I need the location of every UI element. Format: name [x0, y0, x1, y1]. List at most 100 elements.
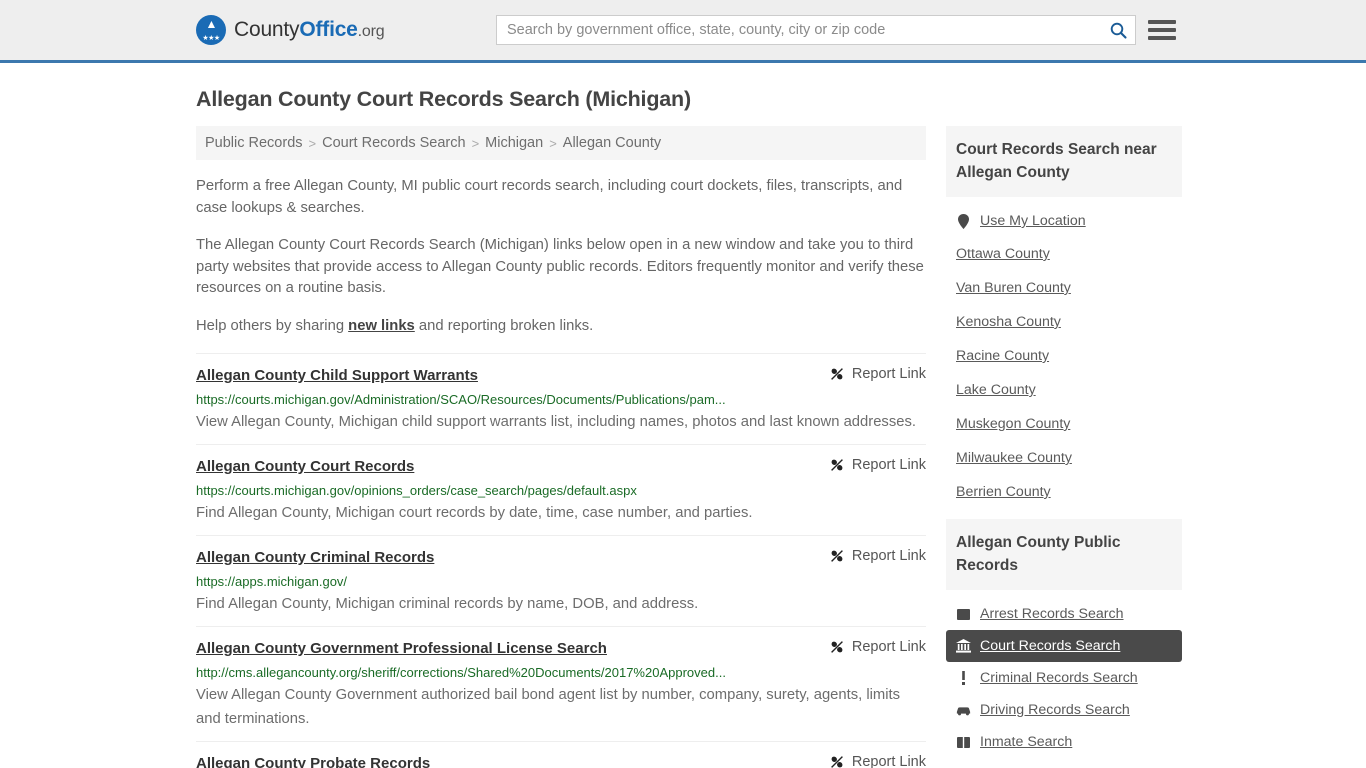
report-link-label: Report Link	[851, 639, 926, 655]
search-bar[interactable]	[496, 15, 1136, 45]
result-description: Find Allegan County, Michigan criminal r…	[196, 596, 699, 612]
sidebar-item-muskegon-county[interactable]: Muskegon County	[946, 407, 1182, 441]
new-links-link[interactable]: new links	[348, 318, 415, 334]
brand-tld: .org	[357, 23, 385, 40]
report-link-button[interactable]: Report Link	[809, 366, 926, 382]
intro-paragraph-3: Help others by sharing new links and rep…	[196, 316, 926, 338]
sidebar-item-kenosha-county[interactable]: Kenosha County	[946, 305, 1182, 339]
search-input[interactable]	[497, 22, 1101, 38]
exclamation-icon	[956, 671, 971, 686]
result-url: https://apps.michigan.gov/	[196, 574, 348, 589]
nearby-panel: Court Records Search near Allegan County…	[946, 126, 1182, 513]
result-header: Allegan County Probate Records Report Li…	[196, 754, 926, 768]
county-link-label: Milwaukee County	[956, 450, 1072, 466]
result-description: Find Allegan County, Michigan court reco…	[196, 505, 753, 521]
report-link-button[interactable]: Report Link	[809, 457, 926, 473]
breadcrumb-separator: >	[471, 135, 480, 151]
use-my-location-button[interactable]: Use My Location	[946, 205, 1182, 237]
sidebar-item-court-records-search[interactable]: Court Records Search	[946, 630, 1182, 662]
sidebar-item-label: Arrest Records Search	[980, 606, 1124, 622]
intro-paragraph-1: Perform a free Allegan County, MI public…	[196, 178, 903, 216]
sidebar-item-van-buren-county[interactable]: Van Buren County	[946, 271, 1182, 305]
breadcrumb-item-public-records[interactable]: Public Records	[205, 135, 303, 151]
result-item: Allegan County Probate Records Report Li…	[196, 741, 926, 768]
sidebar-item-label: Criminal Records Search	[980, 670, 1138, 686]
result-url: https://courts.michigan.gov/opinions_ord…	[196, 483, 637, 498]
result-item: Allegan County Criminal Records Report L…	[196, 535, 926, 626]
breadcrumb-item-michigan[interactable]: Michigan	[485, 135, 543, 151]
sidebar-item-lake-county[interactable]: Lake County	[946, 373, 1182, 407]
result-title-link[interactable]: Allegan County Criminal Records	[196, 548, 434, 568]
result-url: http://cms.allegancounty.org/sheriff/cor…	[196, 665, 726, 680]
sidebar-item-label: Driving Records Search	[980, 702, 1130, 718]
result-title-link[interactable]: Allegan County Government Professional L…	[196, 639, 607, 659]
county-link-label: Ottawa County	[956, 246, 1050, 262]
result-header: Allegan County Court Records Report Link	[196, 457, 926, 477]
sidebar-item-arrest-records-search[interactable]: Arrest Records Search	[946, 598, 1182, 630]
result-item: Allegan County Court Records Report Link…	[196, 444, 926, 535]
sidebar-item-label: Inmate Search	[980, 734, 1073, 750]
result-description: View Allegan County Government authorize…	[196, 687, 901, 727]
car-icon	[956, 703, 971, 718]
report-link-button[interactable]: Report Link	[809, 548, 926, 564]
eagle-seal-icon: ▲ ★★★	[196, 15, 226, 45]
report-link-label: Report Link	[851, 754, 926, 768]
map-pin-icon	[956, 213, 971, 229]
brand-logo[interactable]: ▲ ★★★ CountyOffice.org	[196, 15, 385, 45]
broken-link-icon	[830, 641, 843, 653]
result-header: Allegan County Government Professional L…	[196, 639, 926, 659]
sidebar-item-ottawa-county[interactable]: Ottawa County	[946, 237, 1182, 271]
sidebar: Court Records Search near Allegan County…	[946, 126, 1182, 768]
county-link-label: Racine County	[956, 348, 1050, 364]
result-header: Allegan County Criminal Records Report L…	[196, 548, 926, 568]
report-link-button[interactable]: Report Link	[809, 639, 926, 655]
broken-link-icon	[830, 459, 843, 471]
broken-link-icon	[830, 550, 843, 562]
brand-wordmark: CountyOffice.org	[234, 18, 385, 42]
report-link-button[interactable]: Report Link	[809, 754, 926, 768]
hamburger-menu-icon[interactable]	[1148, 17, 1178, 43]
broken-link-icon	[830, 368, 843, 380]
sidebar-item-berrien-county[interactable]: Berrien County	[946, 475, 1182, 509]
county-link-label: Muskegon County	[956, 416, 1071, 432]
public-records-panel: Allegan County Public Records Arrest Rec…	[946, 519, 1182, 762]
report-link-label: Report Link	[851, 457, 926, 473]
search-icon[interactable]	[1101, 16, 1135, 44]
result-title-link[interactable]: Allegan County Court Records	[196, 457, 414, 477]
broken-link-icon	[830, 756, 843, 768]
page-title: Allegan County Court Records Search (Mic…	[196, 87, 691, 111]
brand-part1: County	[234, 18, 300, 41]
report-link-label: Report Link	[851, 548, 926, 564]
result-title-link[interactable]: Allegan County Probate Records	[196, 754, 430, 768]
sidebar-item-label: Court Records Search	[980, 638, 1121, 654]
content-area: Public Records > Court Records Search > …	[196, 126, 1182, 768]
county-link-label: Van Buren County	[956, 280, 1071, 296]
public-records-panel-body: Arrest Records Search Court Records Sear…	[946, 590, 1182, 762]
breadcrumb: Public Records > Court Records Search > …	[196, 126, 926, 160]
sidebar-item-milwaukee-county[interactable]: Milwaukee County	[946, 441, 1182, 475]
county-link-label: Kenosha County	[956, 314, 1061, 330]
courthouse-icon	[956, 639, 971, 654]
result-title-link[interactable]: Allegan County Child Support Warrants	[196, 366, 478, 386]
nearby-panel-body: Use My Location Ottawa County Van Buren …	[946, 197, 1182, 513]
result-item: Allegan County Government Professional L…	[196, 626, 926, 741]
site-header: ▲ ★★★ CountyOffice.org	[0, 0, 1366, 63]
result-url: https://courts.michigan.gov/Administrati…	[196, 392, 726, 407]
main-column: Public Records > Court Records Search > …	[196, 126, 926, 768]
intro-p3-after: and reporting broken links.	[414, 317, 594, 334]
county-link-label: Lake County	[956, 382, 1036, 398]
breadcrumb-separator: >	[308, 135, 317, 151]
sidebar-item-driving-records-search[interactable]: Driving Records Search	[946, 694, 1182, 726]
breadcrumb-separator: >	[549, 135, 557, 151]
nearby-panel-title: Court Records Search near Allegan County	[946, 126, 1182, 197]
sidebar-item-racine-county[interactable]: Racine County	[946, 339, 1182, 373]
sidebar-item-inmate-search[interactable]: Inmate Search	[946, 726, 1182, 758]
page-container: Allegan County Court Records Search (Mic…	[0, 87, 1366, 768]
use-my-location-label: Use My Location	[980, 213, 1086, 229]
intro-paragraph-2: The Allegan County Court Records Search …	[196, 237, 924, 296]
breadcrumb-item-allegan-county[interactable]: Allegan County	[563, 135, 661, 151]
brand-part2: Office	[299, 18, 358, 41]
breadcrumb-item-court-records-search[interactable]: Court Records Search	[322, 135, 465, 151]
sidebar-item-criminal-records-search[interactable]: Criminal Records Search	[946, 662, 1182, 694]
intro-p3-before: Help others by sharing	[196, 317, 349, 334]
